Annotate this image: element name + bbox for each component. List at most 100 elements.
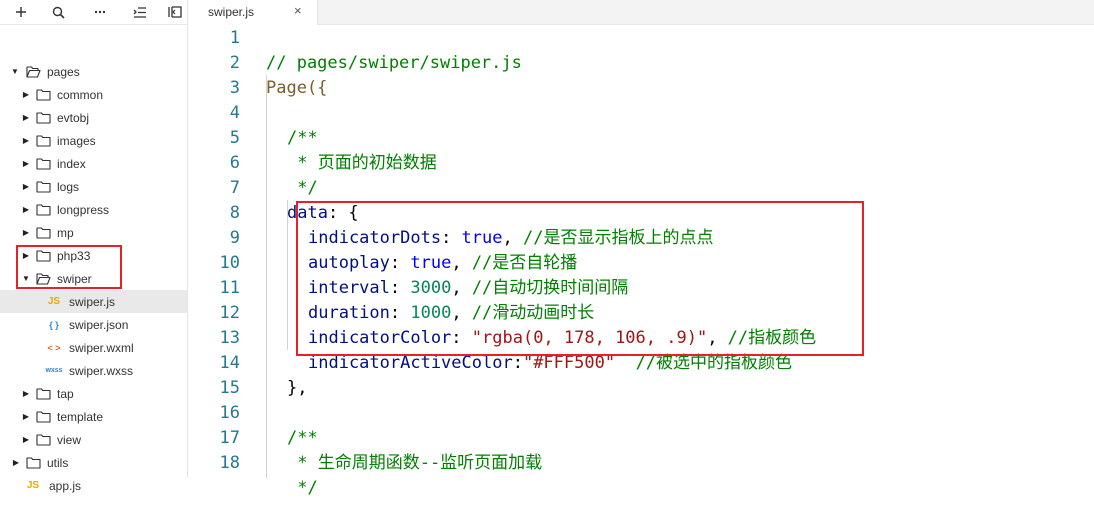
explorer-toolbar [0, 0, 187, 25]
tree-folder-template[interactable]: ▶ template [0, 405, 187, 428]
folder-icon [36, 181, 51, 193]
chevron-right-icon: ▶ [22, 90, 30, 99]
folder-icon [36, 388, 51, 400]
tree-label: pages [47, 64, 80, 79]
tree-label: index [57, 156, 86, 171]
chevron-right-icon: ▶ [22, 205, 30, 214]
tree-file-swiper-js[interactable]: JS swiper.js [0, 290, 187, 313]
tree-folder-tap[interactable]: ▶ tap [0, 382, 187, 405]
code-comment: */ [287, 178, 318, 198]
tree-folder-images[interactable]: ▶ images [0, 129, 187, 152]
tab-swiper-js[interactable]: swiper.js × [188, 0, 318, 25]
code-line: indicatorColor: "rgba(0, 178, 106, .9)",… [188, 301, 816, 348]
chevron-down-icon: ▼ [11, 67, 19, 76]
tree-folder-mp[interactable]: ▶ mp [0, 221, 187, 244]
code-line: interval: 3000, //自动切换时间间隔 [188, 251, 628, 298]
wxss-file-icon: wxss [45, 367, 63, 374]
tree-file-swiper-wxml[interactable]: < > swiper.wxml [0, 336, 187, 359]
code-line: duration: 1000, //滑动动画时长 [188, 276, 594, 323]
code-comment: //被选中的指板颜色 [635, 353, 793, 373]
folder-icon [36, 135, 51, 147]
more-icon[interactable] [90, 0, 110, 24]
tree-label: template [57, 409, 104, 424]
chevron-right-icon: ▶ [22, 159, 30, 168]
chevron-right-icon: ▶ [22, 435, 30, 444]
file-explorer: ▼ pages ▶ common ▶ evtobj ▶ images ▶ ind… [0, 0, 188, 493]
tree-label: longpress [57, 202, 110, 217]
code-line: // pages/swiper/swiper.js [188, 26, 522, 73]
tab-title: swiper.js [208, 5, 255, 19]
chevron-right-icon: ▶ [22, 228, 30, 237]
code-line: * 生命周期函数--监听页面加载 [188, 426, 542, 473]
tree-label: utils [47, 455, 69, 470]
editor-tabbar: swiper.js × [188, 0, 1094, 25]
tree-label: swiper.js [69, 294, 116, 309]
plus-icon[interactable] [11, 0, 31, 24]
code-line: /** [188, 401, 318, 448]
folder-icon [36, 227, 51, 239]
code-key: indicatorActiveColor [308, 353, 513, 373]
wxml-file-icon: < > [47, 342, 61, 353]
chevron-right-icon: ▶ [22, 389, 30, 398]
code-line: indicatorActiveColor:"#FFF500" //被选中的指板颜… [188, 326, 792, 373]
code-line: data: { [188, 176, 359, 223]
folder-icon [36, 204, 51, 216]
chevron-right-icon: ▶ [22, 412, 30, 421]
tree-label: mp [57, 225, 74, 240]
code-string: "#FFF500" [522, 353, 616, 373]
tree-folder-logs[interactable]: ▶ logs [0, 175, 187, 198]
code-comment: * 生命周期函数--监听页面加载 [287, 453, 543, 473]
code-comment: */ [287, 478, 318, 498]
tree-folder-index[interactable]: ▶ index [0, 152, 187, 175]
tree-label: swiper.wxss [69, 363, 134, 378]
layout-icon[interactable] [165, 0, 185, 24]
tree-label: common [57, 87, 104, 102]
code-comment: /** [287, 428, 318, 448]
tree-folder-evtobj[interactable]: ▶ evtobj [0, 106, 187, 129]
code-line: * 页面的初始数据 [188, 126, 436, 173]
folder-icon [26, 457, 41, 469]
code-comment: * 页面的初始数据 [287, 153, 437, 173]
folder-icon [36, 112, 51, 124]
tree-file-swiper-wxss[interactable]: wxss swiper.wxss [0, 359, 187, 382]
tree-folder-utils[interactable]: ▶ utils [0, 451, 187, 474]
code-text: }, [287, 378, 308, 398]
code-line: autoplay: true, //是否自轮播 [188, 226, 577, 273]
folder-icon [36, 89, 51, 101]
chevron-right-icon: ▶ [22, 113, 30, 122]
code-line: */ [188, 151, 317, 198]
chevron-right-icon: ▶ [22, 136, 30, 145]
tree-label: view [57, 432, 82, 447]
chevron-right-icon: ▶ [12, 458, 20, 467]
tree-folder-common[interactable]: ▶ common [0, 83, 187, 106]
code-line: }, [188, 351, 307, 398]
tree-label: swiper.wxml [69, 340, 134, 355]
tree-file-swiper-json[interactable]: { } swiper.json [0, 313, 187, 336]
code-line: Page({ [188, 51, 327, 98]
tree-folder-pages[interactable]: ▼ pages [0, 60, 187, 83]
json-file-icon: { } [49, 319, 59, 330]
collapse-icon[interactable] [129, 0, 149, 24]
folder-icon [36, 434, 51, 446]
code-line: */ [188, 451, 317, 498]
folder-icon [36, 158, 51, 170]
tree-file-app-js[interactable]: JS app.js [0, 474, 187, 497]
code-comment: // pages/swiper/swiper.js [266, 53, 522, 73]
tree-label: evtobj [57, 110, 90, 125]
code-line: indicatorDots: true, //是否显示指板上的点点 [188, 201, 713, 248]
tree-folder-view[interactable]: ▶ view [0, 428, 187, 451]
indent-guide [266, 75, 267, 478]
code-text: : [512, 353, 523, 373]
tree-label: swiper.json [69, 317, 129, 332]
code-text: Page({ [266, 78, 328, 98]
folder-open-icon [26, 66, 41, 78]
chevron-right-icon: ▶ [22, 182, 30, 191]
tree-folder-longpress[interactable]: ▶ longpress [0, 198, 187, 221]
search-icon[interactable] [48, 0, 68, 24]
highlight-box-data [296, 201, 864, 356]
tree-label: logs [57, 179, 80, 194]
tree-label: tap [57, 386, 74, 401]
close-icon[interactable]: × [294, 3, 302, 18]
tree-label: images [57, 133, 96, 148]
